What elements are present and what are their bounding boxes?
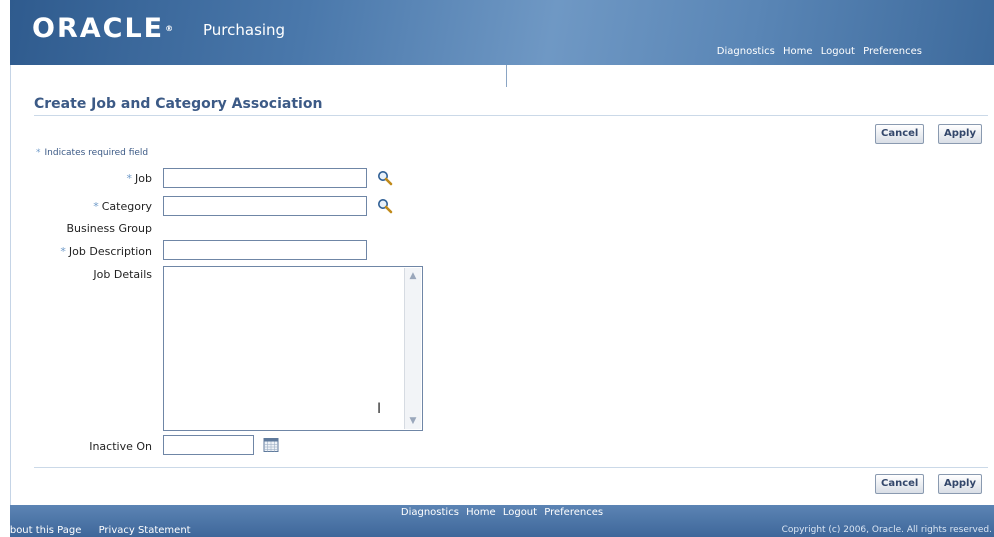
required-note-text: Indicates required field xyxy=(44,148,149,158)
app-name: Purchasing xyxy=(203,21,286,39)
scroll-up-icon[interactable]: ▲ xyxy=(406,269,420,283)
header-link-diagnostics[interactable]: Diagnostics xyxy=(717,46,775,57)
global-header: ORACLE® Purchasing Diagnostics Home Logo… xyxy=(10,0,994,65)
required-star: * xyxy=(36,148,41,158)
inactive-on-label: Inactive On xyxy=(89,440,152,453)
footer-left-links: About this Page Privacy Statement xyxy=(3,525,205,536)
category-search-icon[interactable] xyxy=(377,198,393,214)
footer-link-diagnostics[interactable]: Diagnostics xyxy=(401,507,459,518)
job-description-input[interactable] xyxy=(163,240,367,260)
footer-links: Diagnostics Home Logout Preferences xyxy=(10,507,994,518)
global-footer: Diagnostics Home Logout Preferences Abou… xyxy=(3,505,994,537)
header-link-preferences[interactable]: Preferences xyxy=(863,46,922,57)
job-details-textarea[interactable]: ▲ ▼ xyxy=(163,266,423,431)
category-label-text: Category xyxy=(101,200,152,213)
job-input[interactable] xyxy=(163,168,367,188)
job-description-label-text: Job Description xyxy=(68,245,152,258)
oracle-logo: ORACLE® xyxy=(32,14,173,44)
cancel-button-top[interactable]: Cancel xyxy=(875,124,925,144)
privacy-statement-link[interactable]: Privacy Statement xyxy=(99,525,191,536)
footer-link-logout[interactable]: Logout xyxy=(503,507,537,518)
category-input[interactable] xyxy=(163,196,367,216)
text-cursor-icon: I xyxy=(377,401,382,417)
job-label-text: Job xyxy=(135,172,152,185)
required-star: * xyxy=(60,245,66,258)
job-description-label: * Job Description xyxy=(60,245,152,258)
calendar-icon[interactable] xyxy=(263,437,279,453)
copyright-text: Copyright (c) 2006, Oracle. All rights r… xyxy=(781,525,992,535)
scroll-down-icon[interactable]: ▼ xyxy=(406,414,420,428)
page-title: Create Job and Category Association xyxy=(34,96,323,112)
required-field-note: * Indicates required field xyxy=(36,148,148,158)
required-star: * xyxy=(93,200,99,213)
cancel-button-bottom[interactable]: Cancel xyxy=(875,474,925,494)
title-divider xyxy=(34,115,988,116)
apply-button-bottom[interactable]: Apply xyxy=(938,474,983,494)
apply-button-top[interactable]: Apply xyxy=(938,124,983,144)
content-left-border xyxy=(10,65,11,505)
job-details-scrollbar[interactable]: ▲ ▼ xyxy=(404,268,421,429)
oracle-logo-text: ORACLE xyxy=(32,13,165,44)
required-star: * xyxy=(126,172,133,185)
job-details-label: Job Details xyxy=(93,268,152,281)
page: ORACLE® Purchasing Diagnostics Home Logo… xyxy=(0,0,994,537)
job-search-icon[interactable] xyxy=(377,170,393,186)
category-label: * Category xyxy=(93,200,152,213)
header-link-logout[interactable]: Logout xyxy=(821,46,855,57)
header-substrip xyxy=(10,65,994,89)
inactive-on-input[interactable] xyxy=(163,435,254,455)
footer-link-home[interactable]: Home xyxy=(466,507,496,518)
job-label: * Job xyxy=(127,172,152,185)
bottom-divider xyxy=(34,467,988,468)
registered-mark: ® xyxy=(165,24,174,33)
global-links: Diagnostics Home Logout Preferences xyxy=(712,46,922,57)
business-group-label: Business Group xyxy=(66,222,153,235)
footer-link-preferences[interactable]: Preferences xyxy=(544,507,603,518)
header-divider xyxy=(506,65,507,87)
about-this-page-link[interactable]: About this Page xyxy=(3,525,81,536)
header-link-home[interactable]: Home xyxy=(783,46,813,57)
